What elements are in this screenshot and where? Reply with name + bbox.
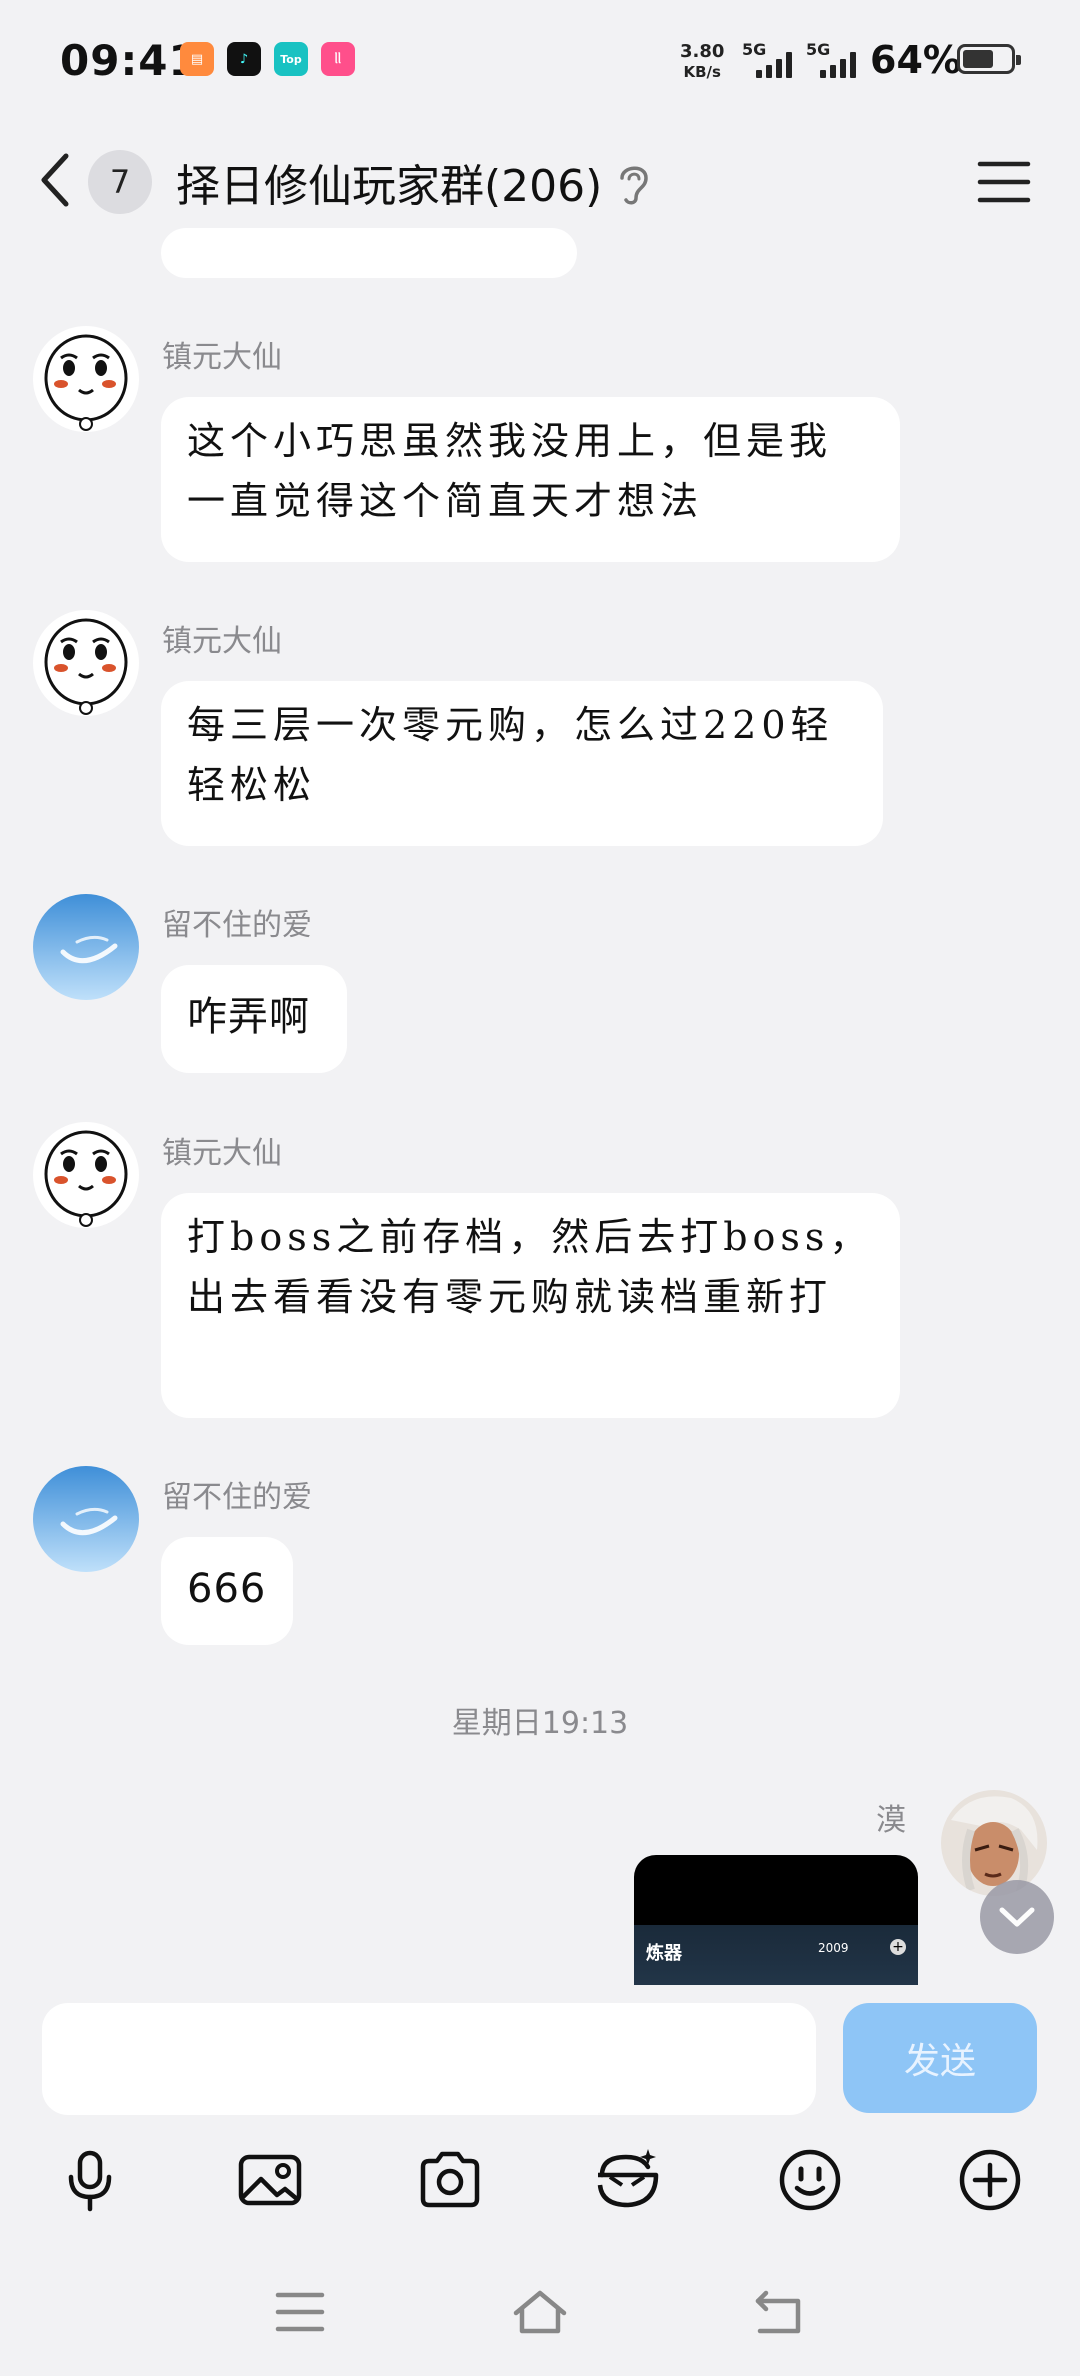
message-text: 666 [187, 1566, 267, 1612]
signal-icon [756, 50, 792, 78]
ear-icon[interactable] [614, 160, 654, 208]
avatar[interactable] [33, 1466, 139, 1572]
avatar[interactable] [33, 610, 139, 716]
unread-badge: 7 [88, 150, 152, 214]
app-icon-orange: ▤ [180, 42, 214, 76]
message-bubble-partial[interactable] [161, 228, 577, 278]
scroll-bottom-button[interactable] [980, 1880, 1054, 1954]
sender-name: 留不住的爱 [162, 1480, 312, 1515]
page-title[interactable]: 择日修仙玩家群(206) [176, 150, 602, 214]
image-message[interactable]: 炼器 2009 + [634, 1855, 918, 1985]
battery-percent: 64% [870, 38, 961, 82]
recents-nav-button[interactable] [270, 2285, 330, 2339]
avatar[interactable] [33, 1122, 139, 1228]
signal-icon-2 [820, 50, 856, 78]
message-text: 咋弄啊 [187, 994, 310, 1040]
status-time: 09:41 [60, 36, 199, 85]
home-icon [513, 2290, 567, 2334]
message-text: 这个小巧思虽然我没用上，但是我一直觉得这个简直天才想法 [187, 419, 833, 523]
avatar[interactable] [33, 326, 139, 432]
image-caption: 炼器 [646, 1943, 682, 1964]
sender-name: 镇元大仙 [162, 340, 282, 375]
chevron-left-icon [41, 153, 69, 207]
hamburger-icon [977, 161, 1031, 203]
message-bubble[interactable]: 打boss之前存档，然后去打boss，出去看看没有零元购就读档重新打 [161, 1193, 900, 1418]
send-button[interactable]: 发送 [843, 2003, 1037, 2113]
menu-button[interactable] [976, 158, 1032, 206]
sender-name-self: 漠 [876, 1803, 906, 1838]
message-bubble[interactable]: 这个小巧思虽然我没用上，但是我一直觉得这个简直天才想法 [161, 397, 900, 562]
image-icon[interactable] [235, 2145, 305, 2215]
camera-icon[interactable] [415, 2145, 485, 2215]
message-bubble[interactable]: 咋弄啊 [161, 965, 347, 1073]
plus-circle-icon[interactable] [955, 2145, 1025, 2215]
message-input[interactable] [42, 2003, 816, 2115]
microphone-icon[interactable] [55, 2145, 125, 2215]
top-app-icon: Top [274, 42, 308, 76]
back-button[interactable] [36, 148, 76, 212]
emoji-icon[interactable] [775, 2145, 845, 2215]
message-bubble[interactable]: 每三层一次零元购，怎么过220轻轻松松 [161, 681, 883, 846]
lolla-app-icon: ᥣᥣ [321, 42, 355, 76]
tiktok-icon: ♪ [227, 42, 261, 76]
message-text: 每三层一次零元购，怎么过220轻轻松松 [187, 703, 834, 807]
ai-face-icon[interactable] [592, 2145, 662, 2215]
network-speed: 3.80 KB/s [680, 41, 725, 82]
sender-name: 镇元大仙 [162, 1136, 282, 1171]
avatar[interactable] [33, 894, 139, 1000]
sender-name: 镇元大仙 [162, 624, 282, 659]
menu-lines-icon [275, 2292, 325, 2332]
back-nav-button[interactable] [750, 2285, 810, 2339]
message-bubble[interactable]: 666 [161, 1537, 293, 1645]
image-counter: 2009 [818, 1941, 849, 1955]
message-text: 打boss之前存档，然后去打boss，出去看看没有零元购就读档重新打 [187, 1215, 873, 1319]
sender-name: 留不住的爱 [162, 908, 312, 943]
chevron-down-icon [999, 1907, 1035, 1927]
battery-icon [957, 44, 1021, 74]
plus-icon: + [890, 1939, 906, 1955]
time-divider: 星期日19:13 [451, 1706, 629, 1741]
back-arrow-icon [755, 2290, 801, 2334]
home-nav-button[interactable] [510, 2285, 570, 2339]
